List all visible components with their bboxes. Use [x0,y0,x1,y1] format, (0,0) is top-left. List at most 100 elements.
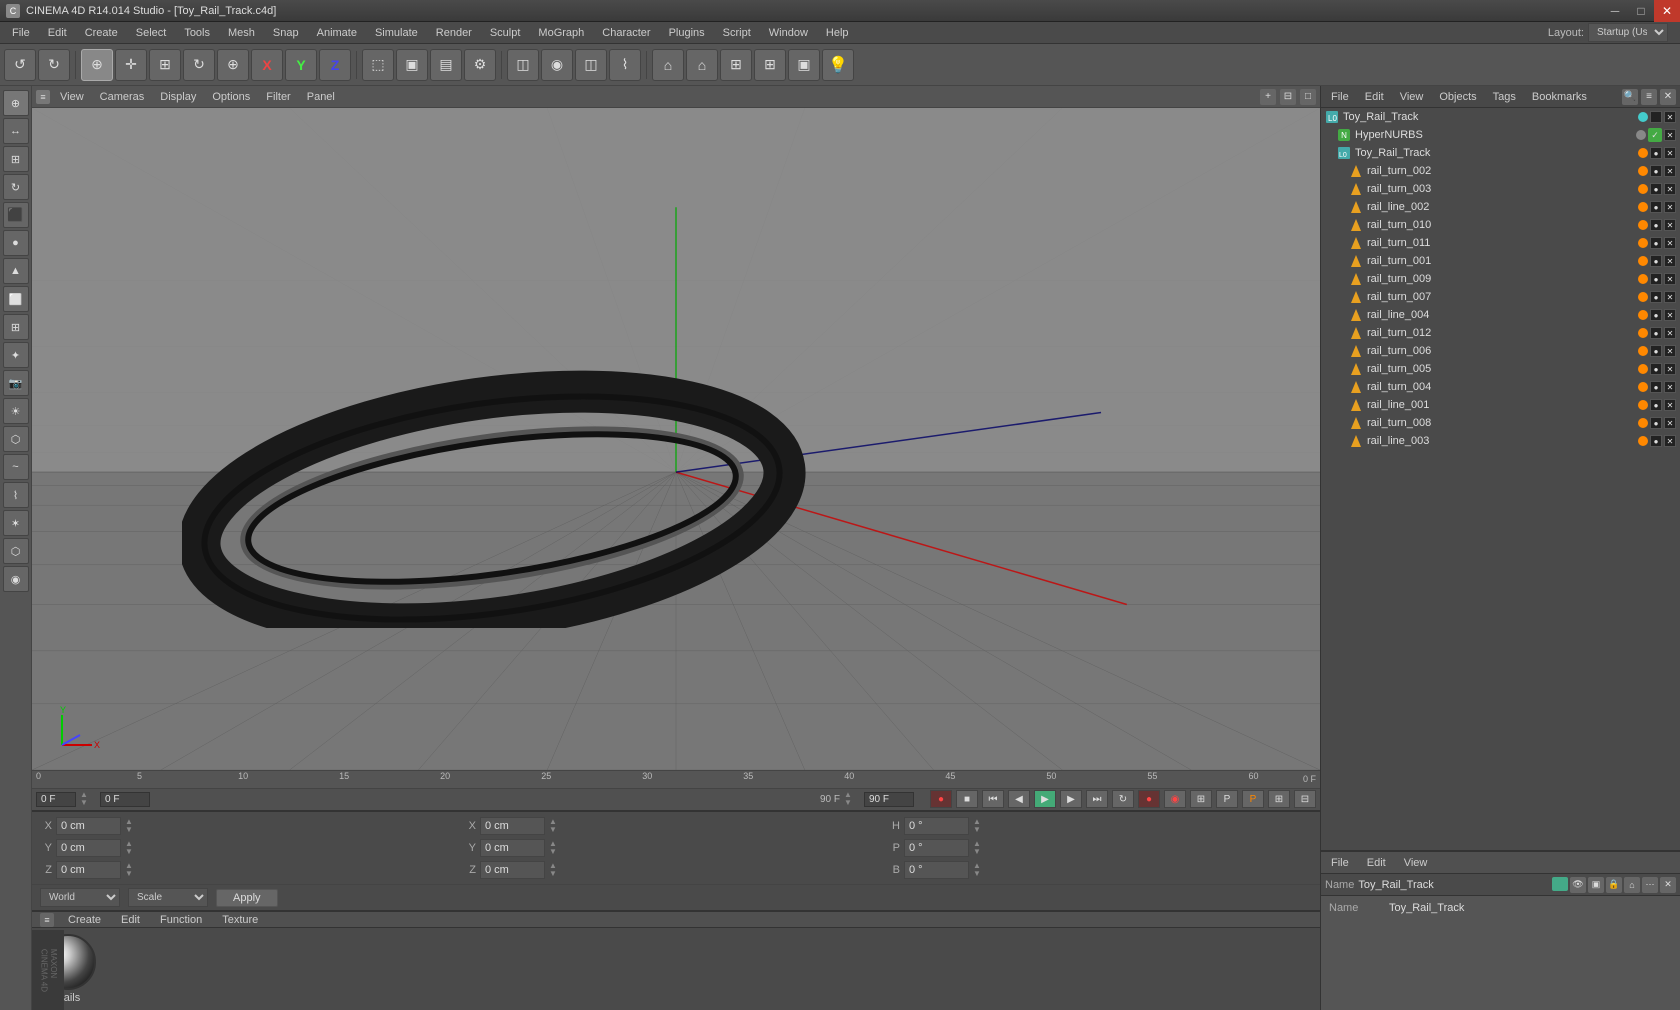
f-curve[interactable]: ⌇ [609,49,641,81]
list-item-4[interactable]: rail_turn_011 ● ✕ [1321,234,1680,252]
item-9-dot[interactable] [1638,328,1648,338]
size-x-down[interactable]: ▼ [549,826,557,834]
item-2-dot[interactable] [1638,202,1648,212]
item-14-dot[interactable] [1638,418,1648,428]
item-1-sq2[interactable]: ✕ [1664,183,1676,195]
item-3-sq2[interactable]: ✕ [1664,219,1676,231]
list-item-7[interactable]: rail_turn_007 ● ✕ [1321,288,1680,306]
stop-button[interactable]: ■ [956,790,978,808]
menu-mograph[interactable]: MoGraph [530,25,592,41]
menu-plugins[interactable]: Plugins [661,25,713,41]
object-list[interactable]: L0 Toy_Rail_Track ✕ N HyperNURBS ✓ [1321,108,1680,850]
item-9-sq1[interactable]: ● [1650,327,1662,339]
sidebar-fx[interactable]: ✶ [3,510,29,536]
rot-p-down[interactable]: ▼ [973,848,981,856]
auto-key-button[interactable]: ◉ [1164,790,1186,808]
item-11-sq2[interactable]: ✕ [1664,363,1676,375]
item-12-dot[interactable] [1638,382,1648,392]
vp-display[interactable]: Display [154,90,202,104]
sidebar-paint[interactable]: ⬡ [3,538,29,564]
snap2-btn[interactable]: ⌂ [686,49,718,81]
item-10-sq1[interactable]: ● [1650,345,1662,357]
item-8-dot[interactable] [1638,310,1648,320]
transform-tool[interactable]: ⊕ [217,49,249,81]
sidebar-sphere[interactable]: ● [3,230,29,256]
menu-help[interactable]: Help [818,25,857,41]
rot-b-input[interactable] [904,861,969,879]
item-14-sq1[interactable]: ● [1650,417,1662,429]
workspace-btn[interactable]: ⊞ [754,49,786,81]
item-0-sq2[interactable]: ✕ [1664,165,1676,177]
sidebar-plane[interactable]: ⬜ [3,286,29,312]
obj-root[interactable]: L0 Toy_Rail_Track ✕ [1321,108,1680,126]
record-button[interactable]: ● [930,790,952,808]
vp-cameras[interactable]: Cameras [94,90,151,104]
first-frame-button[interactable]: ⏮ [982,790,1004,808]
redo-button[interactable]: ↻ [38,49,70,81]
item-10-dot[interactable] [1638,346,1648,356]
cam-btn[interactable]: ▣ [788,49,820,81]
menu-select[interactable]: Select [128,25,175,41]
sidebar-rotate[interactable]: ↻ [3,174,29,200]
anim-mode-button[interactable]: P [1242,790,1264,808]
record2-button[interactable]: ● [1138,790,1160,808]
close-button[interactable]: ✕ [1654,0,1680,22]
rotate-tool[interactable]: ↻ [183,49,215,81]
item-0-dot[interactable] [1638,166,1648,176]
item-6-dot[interactable] [1638,274,1648,284]
render-viewport[interactable]: ▤ [430,49,462,81]
obj-hypernurbs[interactable]: N HyperNURBS ✓ ✕ [1321,126,1680,144]
motion-button[interactable]: P [1216,790,1238,808]
item-2-sq2[interactable]: ✕ [1664,201,1676,213]
obj-hypernurbs-col1[interactable]: ✕ [1664,129,1676,141]
pos-x-input[interactable] [56,817,121,835]
mat-create[interactable]: Create [62,913,107,927]
rp-view[interactable]: View [1394,90,1430,104]
menu-character[interactable]: Character [594,25,658,41]
rp-bookmarks[interactable]: Bookmarks [1526,90,1593,104]
list-item-1[interactable]: rail_turn_003 ● ✕ [1321,180,1680,198]
menu-snap[interactable]: Snap [265,25,307,41]
rot-h-down[interactable]: ▼ [973,826,981,834]
timeline[interactable]: ◫ [575,49,607,81]
list-item-13[interactable]: rail_line_001 ● ✕ [1321,396,1680,414]
item-2-sq1[interactable]: ● [1650,201,1662,213]
obj-root-col1[interactable]: ✕ [1664,111,1676,123]
xyz-x-btn[interactable]: X [251,49,283,81]
sidebar-cone[interactable]: ▲ [3,258,29,284]
item-15-sq2[interactable]: ✕ [1664,435,1676,447]
item-0-sq1[interactable]: ● [1650,165,1662,177]
loop-button[interactable]: ↻ [1112,790,1134,808]
size-y-input[interactable] [480,839,545,857]
obj-more-icon[interactable]: ⋯ [1642,877,1658,893]
item-1-sq1[interactable]: ● [1650,183,1662,195]
item-5-sq2[interactable]: ✕ [1664,255,1676,267]
scale-dropdown[interactable]: Scale Size [128,888,208,907]
vp-view[interactable]: View [54,90,90,104]
play-button[interactable]: ▶ [1034,790,1056,808]
material-manager[interactable]: ◉ [541,49,573,81]
menu-simulate[interactable]: Simulate [367,25,426,41]
motion3-button[interactable]: ⊟ [1294,790,1316,808]
rot-p-input[interactable] [904,839,969,857]
pos-y-down[interactable]: ▼ [125,848,133,856]
item-6-sq2[interactable]: ✕ [1664,273,1676,285]
item-15-dot[interactable] [1638,436,1648,446]
list-item-2[interactable]: rail_line_002 ● ✕ [1321,198,1680,216]
item-7-dot[interactable] [1638,292,1648,302]
item-4-dot[interactable] [1638,238,1648,248]
list-item-0[interactable]: rail_turn_002 ● ✕ [1321,162,1680,180]
prop-file[interactable]: File [1325,856,1355,870]
render-region[interactable]: ⬚ [362,49,394,81]
size-z-input[interactable] [480,861,545,879]
list-item-14[interactable]: rail_turn_008 ● ✕ [1321,414,1680,432]
vp-options[interactable]: Options [206,90,256,104]
size-z-down[interactable]: ▼ [549,870,557,878]
item-11-sq1[interactable]: ● [1650,363,1662,375]
sidebar-nurbs[interactable]: ~ [3,454,29,480]
sidebar-select[interactable]: ⊕ [3,90,29,116]
pos-y-input[interactable] [56,839,121,857]
item-7-sq2[interactable]: ✕ [1664,291,1676,303]
snap-btn[interactable]: ⌂ [652,49,684,81]
item-15-sq1[interactable]: ● [1650,435,1662,447]
